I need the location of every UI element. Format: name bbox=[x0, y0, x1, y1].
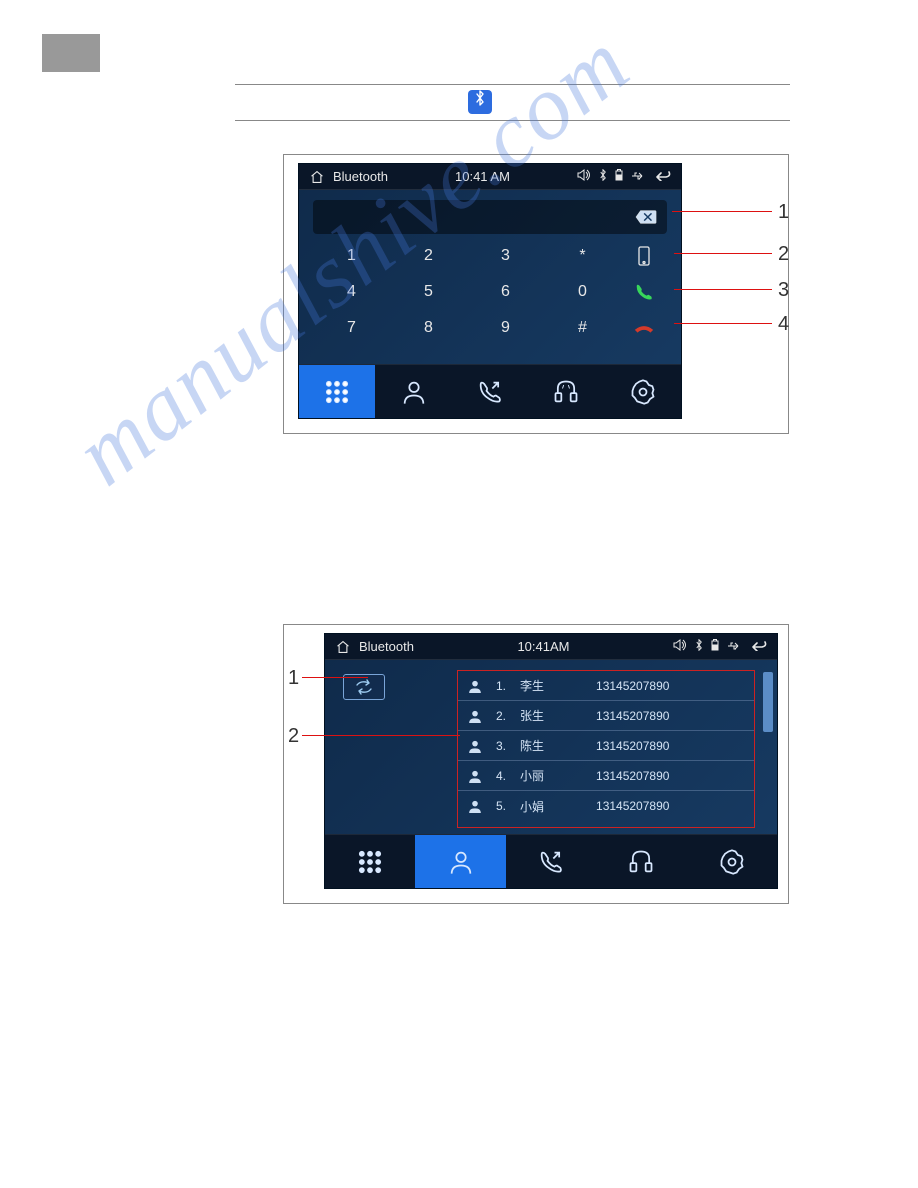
callout-line-1 bbox=[672, 211, 772, 212]
volume-icon bbox=[577, 169, 591, 184]
person-icon bbox=[468, 679, 482, 693]
contact-name: 小丽 bbox=[520, 767, 582, 784]
callout-line-2 bbox=[302, 735, 460, 736]
callout-2: 2 bbox=[778, 243, 789, 266]
volume-icon bbox=[673, 639, 687, 654]
home-icon[interactable] bbox=[335, 640, 351, 654]
bottom-nav bbox=[325, 834, 777, 888]
key-7[interactable]: 7 bbox=[313, 312, 390, 344]
page-margin-block bbox=[42, 34, 100, 72]
person-icon bbox=[468, 709, 482, 723]
nav-music[interactable] bbox=[596, 835, 686, 888]
home-icon[interactable] bbox=[309, 170, 325, 184]
call-answer-icon[interactable] bbox=[621, 276, 667, 308]
contact-index: 5. bbox=[496, 799, 506, 813]
contact-phone: 13145207890 bbox=[596, 709, 669, 723]
contact-name: 李生 bbox=[520, 677, 582, 694]
person-icon bbox=[468, 739, 482, 753]
contact-index: 4. bbox=[496, 769, 506, 783]
figure-2: Bluetooth 10:41AM 1. 李生 13145207890 bbox=[283, 624, 789, 904]
nav-call-log[interactable] bbox=[506, 835, 596, 888]
nav-contacts[interactable] bbox=[415, 835, 505, 888]
battery-icon bbox=[615, 169, 623, 184]
callout-4: 4 bbox=[778, 313, 789, 336]
contact-phone: 13145207890 bbox=[596, 679, 669, 693]
status-title: Bluetooth bbox=[359, 639, 414, 654]
contact-name: 陈生 bbox=[520, 737, 582, 754]
nav-call-log[interactable] bbox=[452, 365, 528, 418]
callout-line-3 bbox=[674, 289, 772, 290]
divider-bottom bbox=[235, 120, 790, 121]
back-icon[interactable] bbox=[653, 169, 671, 184]
key-6[interactable]: 6 bbox=[467, 276, 544, 308]
key-1[interactable]: 1 bbox=[313, 240, 390, 272]
nav-music[interactable] bbox=[528, 365, 604, 418]
bluetooth-status-icon bbox=[695, 639, 703, 654]
status-title: Bluetooth bbox=[333, 169, 388, 184]
number-display bbox=[313, 200, 667, 234]
nav-settings[interactable] bbox=[687, 835, 777, 888]
battery-icon bbox=[711, 639, 719, 654]
contact-row[interactable]: 5. 小娟 13145207890 bbox=[458, 791, 754, 821]
contact-row[interactable]: 3. 陈生 13145207890 bbox=[458, 731, 754, 761]
key-2[interactable]: 2 bbox=[390, 240, 467, 272]
figure-1: Bluetooth 10:41 AM 1 2 3 * bbox=[283, 154, 789, 434]
key-hash[interactable]: # bbox=[544, 312, 621, 344]
contact-phone: 13145207890 bbox=[596, 799, 669, 813]
status-bar: Bluetooth 10:41AM bbox=[325, 634, 777, 660]
person-icon bbox=[468, 799, 482, 813]
back-icon[interactable] bbox=[749, 639, 767, 654]
contact-index: 2. bbox=[496, 709, 506, 723]
status-time: 10:41AM bbox=[517, 639, 569, 654]
callout-line-2 bbox=[674, 253, 772, 254]
callout-3: 3 bbox=[778, 279, 789, 302]
contact-row[interactable]: 4. 小丽 13145207890 bbox=[458, 761, 754, 791]
contact-index: 3. bbox=[496, 739, 506, 753]
contact-name: 小娟 bbox=[520, 798, 582, 815]
nav-contacts[interactable] bbox=[375, 365, 451, 418]
callout-1: 1 bbox=[288, 667, 299, 690]
usb-icon bbox=[631, 170, 645, 184]
contact-index: 1. bbox=[496, 679, 506, 693]
bluetooth-icon bbox=[468, 90, 492, 114]
key-3[interactable]: 3 bbox=[467, 240, 544, 272]
phone-device-icon[interactable] bbox=[621, 240, 667, 272]
key-8[interactable]: 8 bbox=[390, 312, 467, 344]
status-time: 10:41 AM bbox=[455, 169, 510, 184]
callout-2: 2 bbox=[288, 725, 299, 748]
bluetooth-status-icon bbox=[599, 169, 607, 184]
scrollbar-thumb[interactable] bbox=[763, 672, 773, 732]
nav-dialpad[interactable] bbox=[299, 365, 375, 418]
contacts-screen: Bluetooth 10:41AM 1. 李生 13145207890 bbox=[324, 633, 778, 889]
nav-settings[interactable] bbox=[605, 365, 681, 418]
contact-row[interactable]: 2. 张生 13145207890 bbox=[458, 701, 754, 731]
call-hangup-icon[interactable] bbox=[621, 312, 667, 344]
keypad-grid: 1 2 3 * 4 5 6 0 7 8 9 # bbox=[299, 240, 681, 344]
key-9[interactable]: 9 bbox=[467, 312, 544, 344]
callout-line-4 bbox=[674, 323, 772, 324]
key-0[interactable]: 0 bbox=[544, 276, 621, 308]
key-5[interactable]: 5 bbox=[390, 276, 467, 308]
status-bar: Bluetooth 10:41 AM bbox=[299, 164, 681, 190]
nav-dialpad[interactable] bbox=[325, 835, 415, 888]
key-star[interactable]: * bbox=[544, 240, 621, 272]
divider-top bbox=[235, 84, 790, 85]
contact-phone: 13145207890 bbox=[596, 739, 669, 753]
bottom-nav bbox=[299, 364, 681, 418]
contact-phone: 13145207890 bbox=[596, 769, 669, 783]
callout-1: 1 bbox=[778, 201, 789, 224]
contact-row[interactable]: 1. 李生 13145207890 bbox=[458, 671, 754, 701]
callout-line-1 bbox=[302, 677, 368, 678]
backspace-icon[interactable] bbox=[635, 209, 657, 225]
key-4[interactable]: 4 bbox=[313, 276, 390, 308]
usb-icon bbox=[727, 640, 741, 654]
person-icon bbox=[468, 769, 482, 783]
contacts-list: 1. 李生 13145207890 2. 张生 13145207890 3. 陈… bbox=[457, 670, 755, 828]
contact-name: 张生 bbox=[520, 707, 582, 724]
dialer-screen: Bluetooth 10:41 AM 1 2 3 * bbox=[298, 163, 682, 419]
